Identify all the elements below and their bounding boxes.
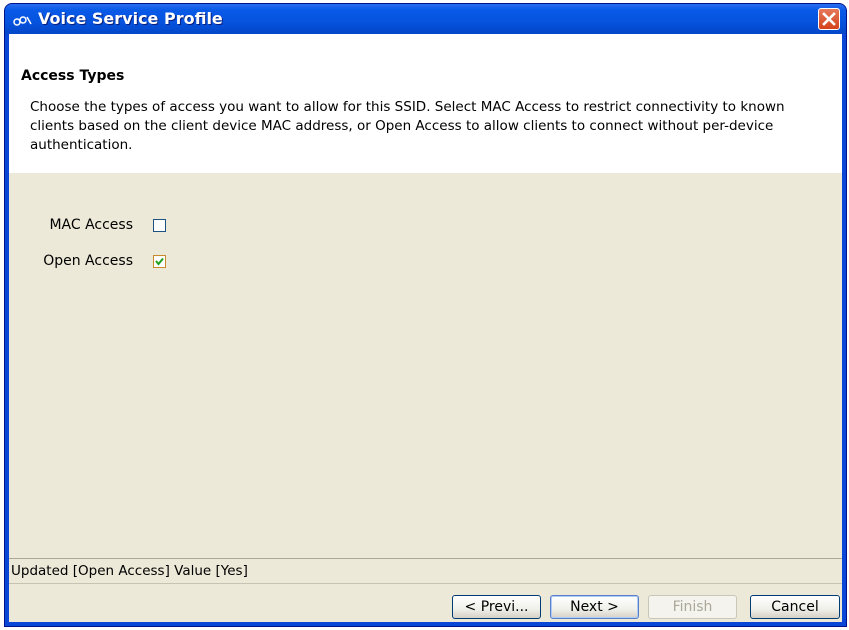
button-bar: < Previ... Next > Finish Cancel	[9, 583, 842, 622]
mac-access-label: MAC Access	[49, 217, 133, 233]
previous-button[interactable]: < Previ...	[452, 595, 541, 619]
cancel-button[interactable]: Cancel	[750, 595, 840, 619]
option-open-access[interactable]: Open Access	[9, 252, 133, 272]
option-mac-access[interactable]: MAC Access	[9, 216, 133, 236]
header-panel: Access Types Choose the types of access …	[9, 34, 842, 173]
finish-button[interactable]: Finish	[648, 595, 737, 619]
close-button[interactable]	[818, 8, 840, 30]
section-description: Choose the types of access you want to a…	[30, 99, 785, 153]
title-bar[interactable]: Voice Service Profile	[5, 4, 846, 34]
status-bar: Updated [Open Access] Value [Yes]	[9, 558, 842, 583]
app-logo-icon	[13, 12, 33, 26]
dialog-content: Access Types Choose the types of access …	[9, 34, 842, 622]
dialog-window: Voice Service Profile Access Types Choos…	[4, 3, 847, 627]
section-title: Access Types	[21, 68, 125, 84]
checkmark-icon	[155, 257, 164, 266]
close-icon	[822, 12, 836, 26]
status-text: Updated [Open Access] Value [Yes]	[11, 563, 248, 579]
next-button[interactable]: Next >	[550, 595, 639, 619]
window-title: Voice Service Profile	[38, 9, 223, 28]
mac-access-checkbox[interactable]	[153, 219, 166, 232]
open-access-checkbox[interactable]	[153, 255, 166, 268]
open-access-label: Open Access	[43, 253, 133, 269]
